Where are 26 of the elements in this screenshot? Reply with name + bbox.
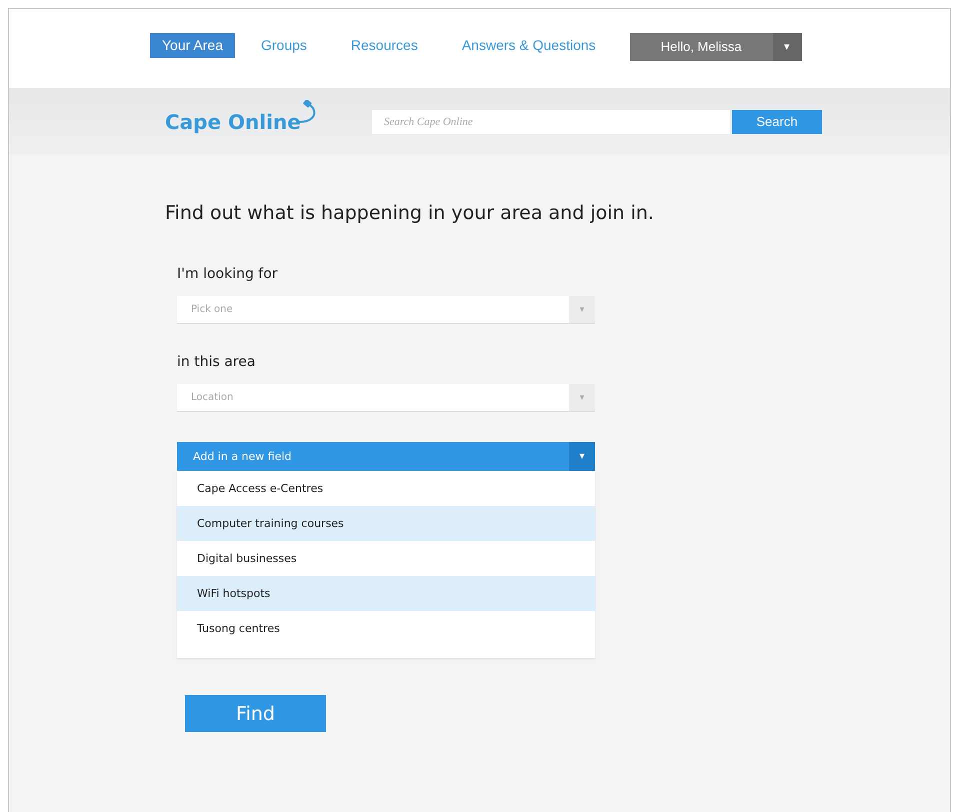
select-field[interactable]: Location ▾ [177,384,595,412]
logo-text: Cape Online [165,110,301,134]
dropdown-label: Add in a new field [192,450,293,463]
dropdown-header[interactable]: Add in a new field ▾ [177,442,595,471]
dropdown-option[interactable]: Tusong centres [177,611,595,646]
caret-icon: ▾ [569,296,595,323]
user-menu-button[interactable]: Hello, Melissa ▾ [630,33,802,61]
dropdown-option[interactable]: Digital businesses [177,541,595,576]
caret-icon: ▾ [569,442,595,471]
nav-tab[interactable]: Answers & Questions [450,33,608,58]
nav-tab[interactable]: Your Area [150,33,235,58]
search-field[interactable]: Search Cape Online [372,110,730,134]
user-greeting: Hello, Melissa [660,38,743,56]
find-button[interactable]: Find [185,695,326,732]
dropdown-option[interactable]: Computer training courses [177,506,595,541]
dropdown-option[interactable]: WiFi hotspots [177,576,595,611]
caret-icon: ▾ [772,33,802,61]
search-button[interactable]: Search [732,110,822,134]
caret-icon: ▾ [569,384,595,411]
page-heading: Find out what is happening in your area and join in. [165,202,655,224]
select-field[interactable]: Pick one ▾ [177,296,595,324]
field-label: I'm looking for [177,266,279,282]
field-label: in this area [177,354,256,370]
nav-tab[interactable]: Resources [338,33,430,58]
nav-tab[interactable]: Groups [248,33,319,58]
dropdown-option[interactable]: Cape Access e-Centres [177,471,595,506]
